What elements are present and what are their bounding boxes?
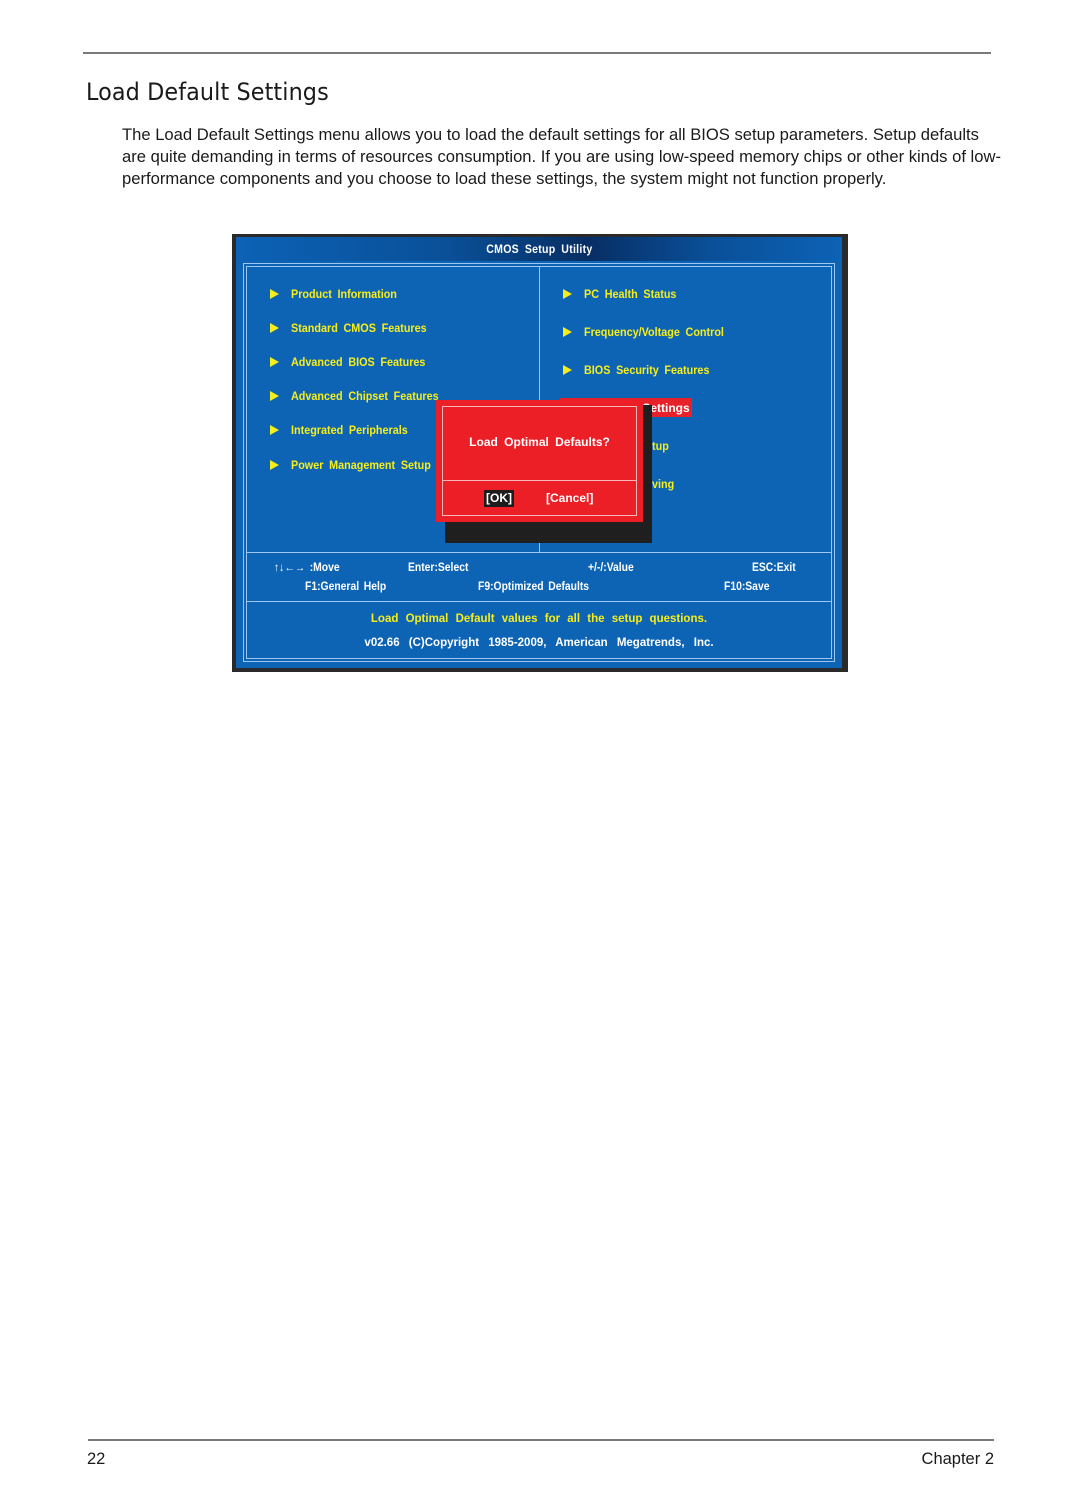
- menu-item-power-management-setup[interactable]: Power Management Setup: [270, 458, 446, 472]
- dialog-question: Load Optimal Defaults?: [469, 435, 610, 449]
- triangle-right-icon: [563, 365, 572, 375]
- menu-item-standard-cmos-features[interactable]: Standard CMOS Features: [270, 321, 442, 335]
- menu-item-integrated-peripherals[interactable]: Integrated Peripherals: [270, 423, 421, 437]
- page-title: Load Default Settings: [86, 78, 329, 106]
- ok-button[interactable]: [OK]: [484, 490, 514, 507]
- menu-item-bios-security-features[interactable]: BIOS Security Features: [563, 363, 723, 377]
- top-rule: [83, 52, 991, 54]
- triangle-right-icon: [270, 323, 279, 333]
- hint-save: F10:Save: [724, 581, 770, 593]
- bios-screenshot: CMOS Setup Utility Product Information S…: [232, 234, 848, 672]
- hint-general-help: F1:General Help: [305, 581, 387, 593]
- triangle-right-icon: [270, 425, 279, 435]
- copyright-text: v02.66 (C)Copyright 1985-2009, American …: [364, 637, 714, 649]
- bios-titlebar: CMOS Setup Utility: [236, 237, 842, 261]
- intro-paragraph: The Load Default Settings menu allows yo…: [122, 125, 1001, 188]
- triangle-right-icon: [270, 357, 279, 367]
- cancel-button[interactable]: [Cancel]: [546, 490, 593, 507]
- bios-screen: CMOS Setup Utility Product Information S…: [236, 237, 842, 668]
- hint-select: Enter:Select: [408, 562, 469, 574]
- dialog-button-area: [442, 480, 637, 516]
- triangle-right-icon: [270, 289, 279, 299]
- menu-item-frequency-voltage-control[interactable]: Frequency/Voltage Control: [563, 325, 739, 339]
- help-text: Load Optimal Default values for all the …: [370, 613, 708, 625]
- hints-separator-bottom: [247, 601, 831, 602]
- menu-item-advanced-chipset-features[interactable]: Advanced Chipset Features: [270, 389, 455, 403]
- menu-item-product-information[interactable]: Product Information: [270, 287, 409, 301]
- confirm-dialog: Load Optimal Defaults? [OK] [Cancel]: [436, 400, 643, 522]
- menu-item-pc-health-status[interactable]: PC Health Status: [563, 287, 687, 301]
- page-number: 22: [87, 1450, 106, 1468]
- hints-separator-top: [247, 552, 831, 553]
- bottom-rule: [88, 1439, 994, 1441]
- bios-title: CMOS Setup Utility: [485, 242, 593, 256]
- hint-exit: ESC:Exit: [752, 562, 796, 574]
- triangle-right-icon: [563, 327, 572, 337]
- triangle-right-icon: [270, 391, 279, 401]
- triangle-right-icon: [270, 460, 279, 470]
- menu-item-advanced-bios-features[interactable]: Advanced BIOS Features: [270, 355, 440, 369]
- hint-value: +/-/:Value: [588, 562, 634, 574]
- chapter-label: Chapter 2: [921, 1450, 994, 1468]
- hint-move: ↑↓←→ :Move: [274, 562, 340, 574]
- hint-optimized-defaults: F9:Optimized Defaults: [478, 581, 590, 593]
- triangle-right-icon: [563, 289, 572, 299]
